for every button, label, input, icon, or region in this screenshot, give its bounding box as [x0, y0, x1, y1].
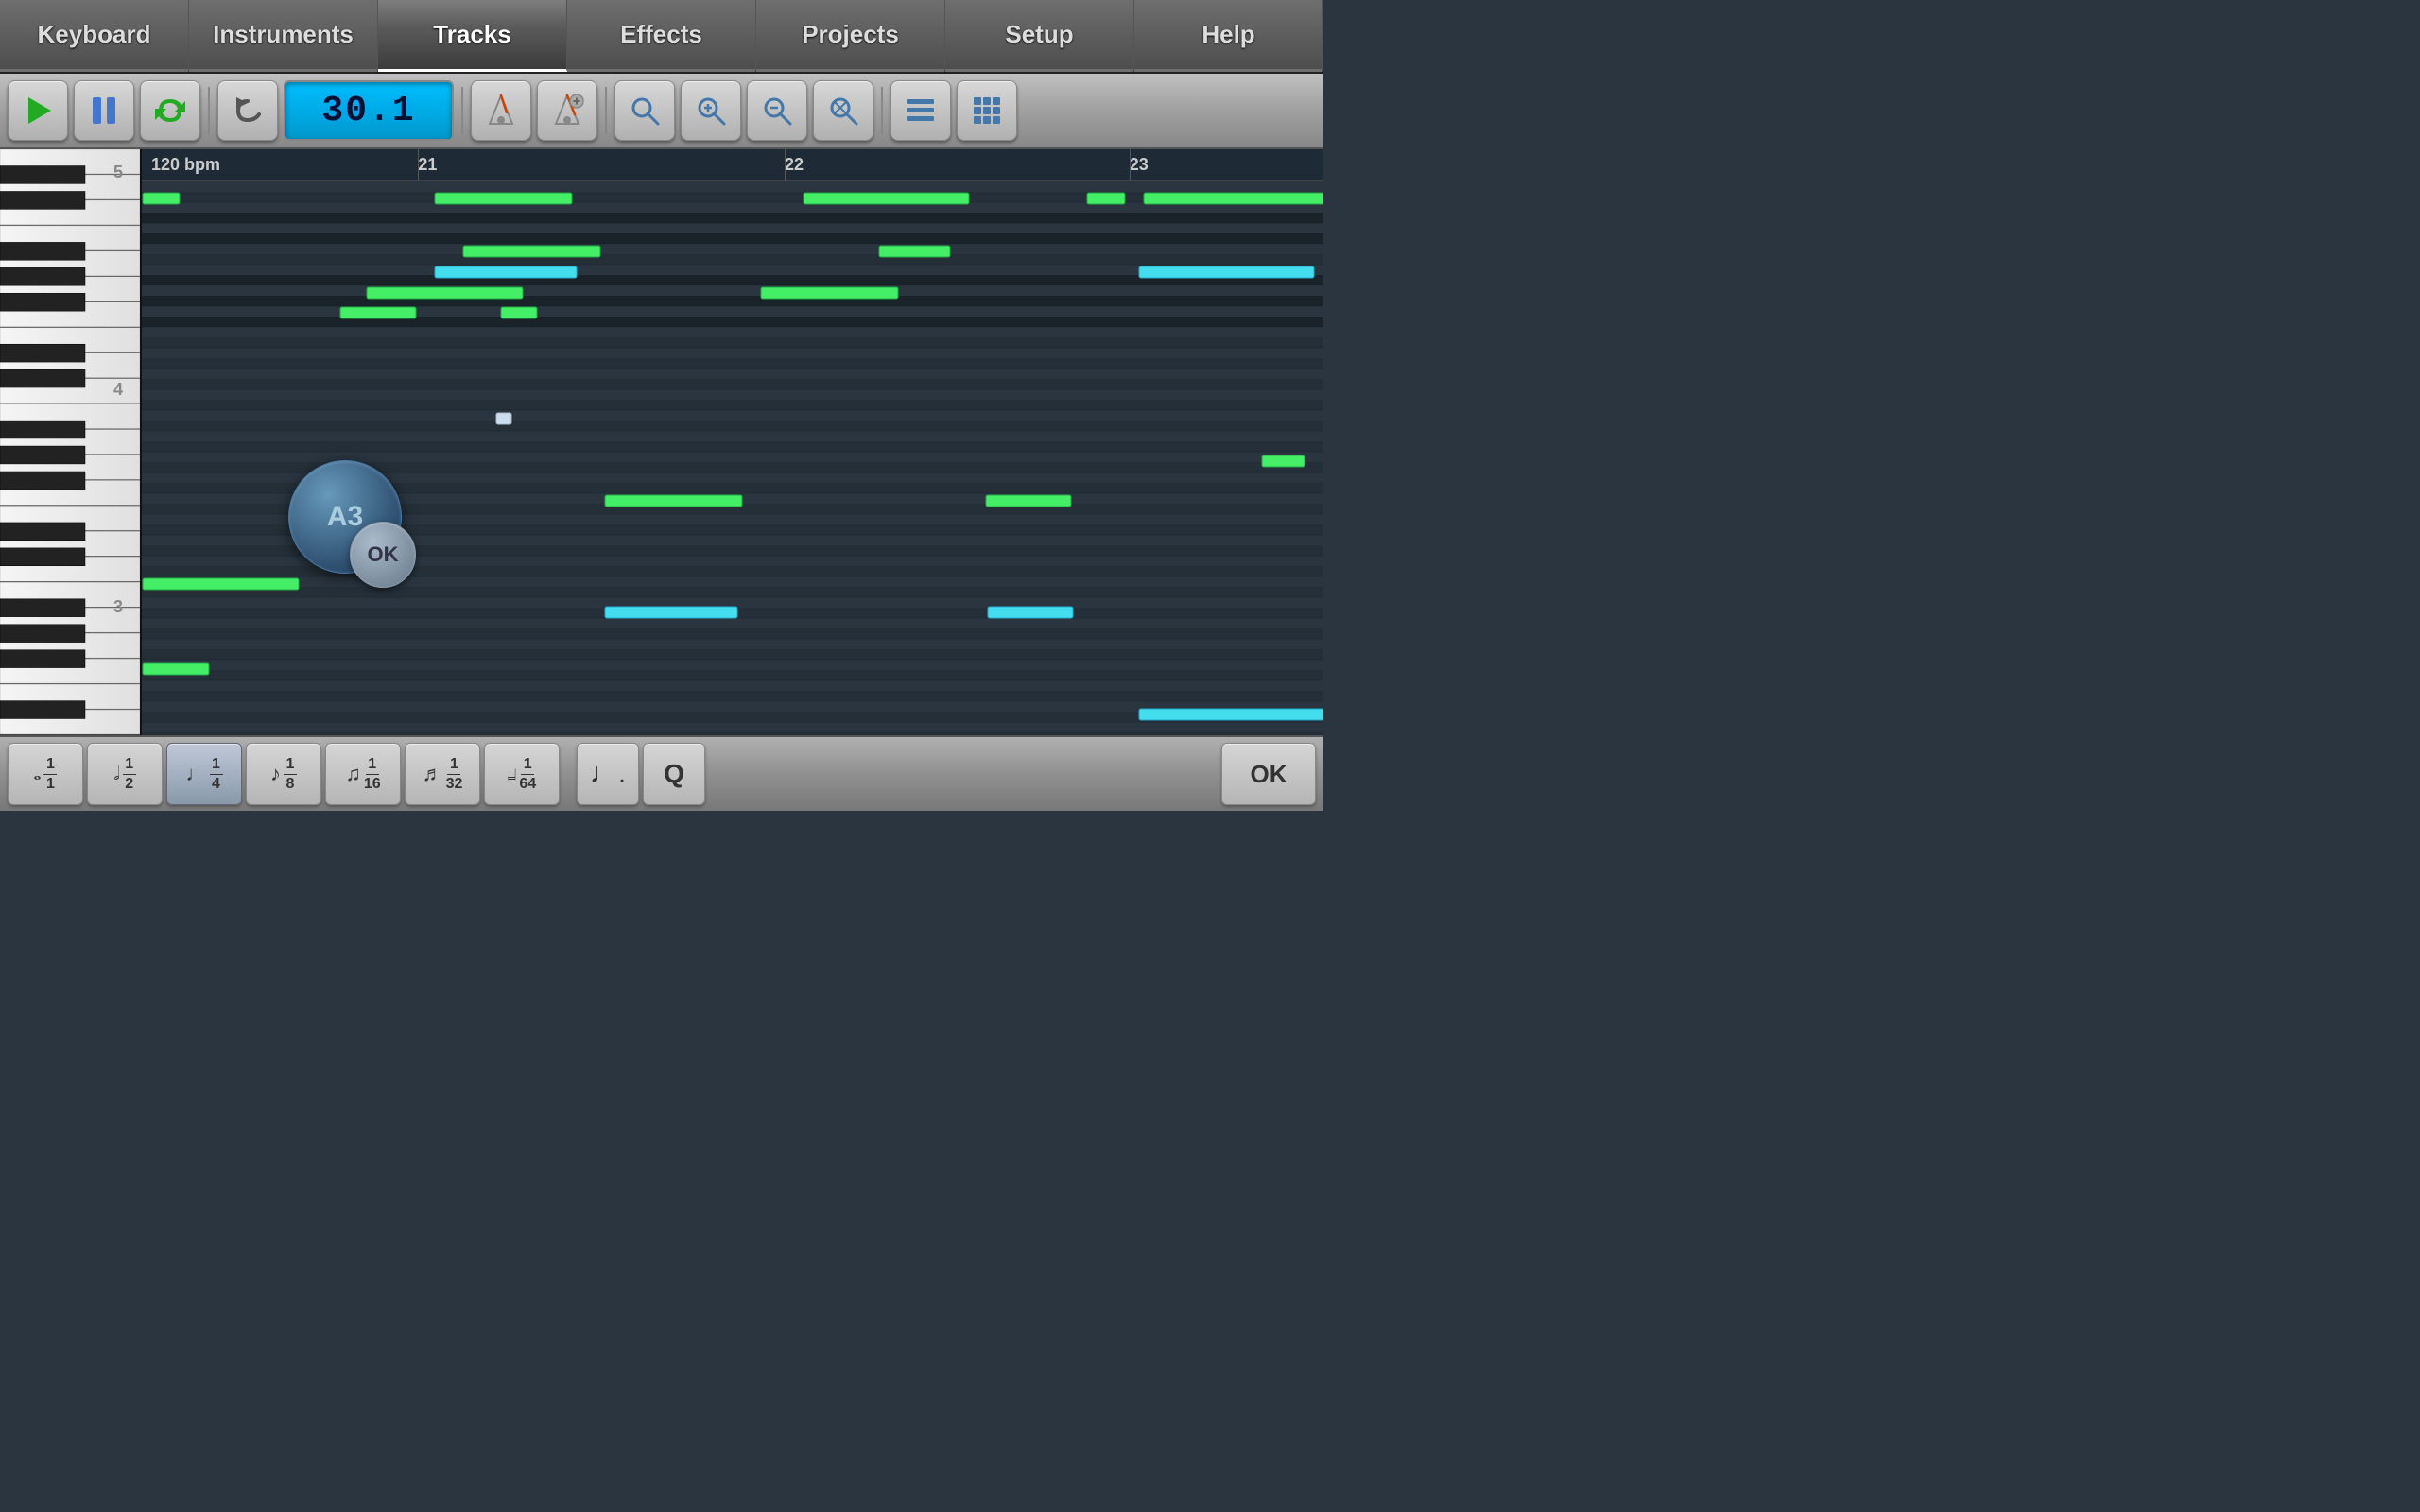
note-eighth-button[interactable]: ♪ 1 8 — [246, 743, 321, 805]
nav-tab-effects[interactable]: Effects — [567, 0, 756, 72]
note-label: A3 — [327, 501, 363, 533]
toolbar-separator-3 — [605, 87, 607, 134]
svg-text:3: 3 — [113, 597, 123, 616]
grid-view-button[interactable] — [957, 80, 1017, 141]
quarter-note-icon: ♩ — [186, 762, 207, 786]
64th-note-icon: 𝆶 — [508, 765, 516, 784]
nav-tab-setup[interactable]: Setup — [945, 0, 1134, 72]
zoom-out-button[interactable] — [747, 80, 807, 141]
track-grid[interactable]: A3 OK — [142, 181, 1323, 735]
nav-tab-tracks[interactable]: Tracks — [378, 0, 567, 72]
bpm-label: 120 bpm — [142, 155, 246, 175]
bar-markers: 21 22 23 — [246, 149, 1323, 180]
eighth-note-icon: ♪ — [270, 762, 281, 786]
svg-text:5: 5 — [113, 163, 123, 181]
quantize-button[interactable]: Q — [643, 743, 705, 805]
nav-tab-help[interactable]: Help — [1134, 0, 1323, 72]
ok-main-label: OK — [1251, 760, 1288, 789]
note-sixteenth-button[interactable]: ♫ 1 16 — [325, 743, 401, 805]
zoom-reset-button[interactable] — [813, 80, 873, 141]
note-32nd-button[interactable]: ♬ 1 32 — [405, 743, 480, 805]
note-popup: A3 OK — [288, 460, 402, 574]
note-ok-label: OK — [368, 542, 399, 567]
bottom-bar: 𝅝 1 1 𝅗𝅥 1 2 ♩ 1 4 — [0, 735, 1323, 811]
note-whole-button[interactable]: 𝅝 1 1 — [8, 743, 83, 805]
note-quarter-button[interactable]: ♩ 1 4 — [166, 743, 242, 805]
ok-main-button[interactable]: OK — [1221, 743, 1316, 805]
note-ok-button[interactable]: OK — [350, 522, 416, 588]
note-half-button[interactable]: 𝅗𝅥 1 2 — [87, 743, 163, 805]
dotted-note-icon: ♩. — [590, 758, 626, 790]
nav-tab-projects[interactable]: Projects — [756, 0, 945, 72]
zoom-fit-button[interactable] — [614, 80, 675, 141]
half-note-icon: 𝅗𝅥 — [113, 764, 119, 785]
loop-button[interactable] — [140, 80, 200, 141]
metronome-settings-button[interactable] — [537, 80, 597, 141]
svg-text:4: 4 — [113, 380, 123, 399]
note-64th-button[interactable]: 𝆶 1 64 — [484, 743, 560, 805]
piano-keyboard[interactable]: 5 4 3 — [0, 149, 142, 735]
main-area: 5 4 3 120 bpm 21 22 23 — [0, 149, 1323, 735]
pause-button[interactable] — [74, 80, 134, 141]
dotted-note-button[interactable]: ♩. — [577, 743, 639, 805]
whole-note-icon: 𝅝 — [34, 764, 42, 785]
toolbar-separator-2 — [461, 87, 463, 134]
timeline-header: 120 bpm 21 22 23 — [142, 149, 1323, 181]
metronome-button[interactable] — [471, 80, 531, 141]
32nd-note-icon: ♬ — [423, 762, 443, 786]
toolbar-separator-1 — [208, 87, 210, 134]
bar-marker-23: 23 — [1130, 149, 1149, 180]
bar-marker-22: 22 — [785, 149, 804, 180]
quantize-label: Q — [664, 759, 684, 789]
top-navigation: KeyboardInstrumentsTracksEffectsProjects… — [0, 0, 1323, 74]
bar-marker-21: 21 — [418, 149, 437, 180]
undo-button[interactable] — [217, 80, 278, 141]
sixteenth-note-icon: ♫ — [345, 762, 361, 786]
list-view-button[interactable] — [890, 80, 951, 141]
play-button[interactable] — [8, 80, 68, 141]
track-area[interactable]: 120 bpm 21 22 23 — [142, 149, 1323, 735]
toolbar-separator-4 — [881, 87, 883, 134]
position-display: 30.1 — [284, 80, 454, 141]
zoom-in-button[interactable] — [681, 80, 741, 141]
toolbar: 30.1 — [0, 74, 1323, 149]
nav-tab-keyboard[interactable]: Keyboard — [0, 0, 189, 72]
nav-tab-instruments[interactable]: Instruments — [189, 0, 378, 72]
